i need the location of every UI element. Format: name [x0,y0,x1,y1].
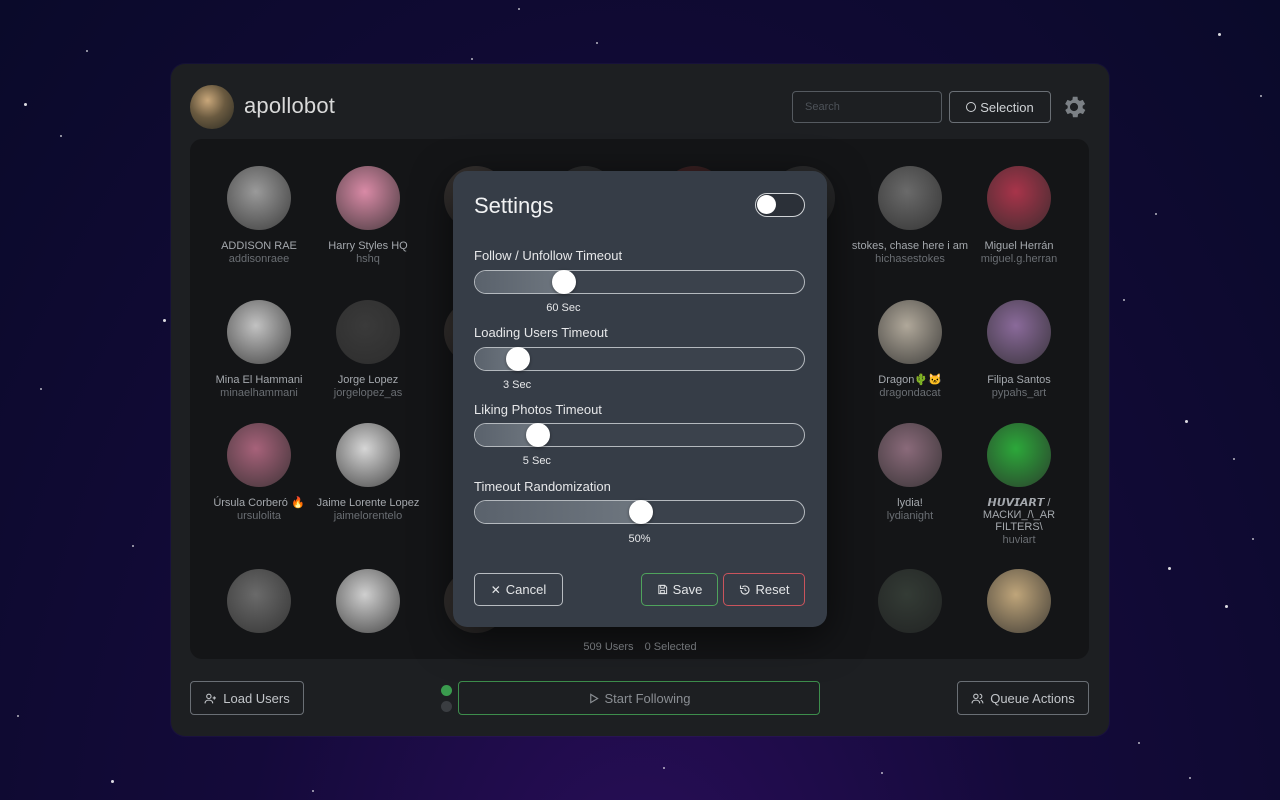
slider-label: Follow / Unfollow Timeout [474,248,623,263]
reset-label: Reset [755,582,790,597]
settings-title: Settings [474,193,554,218]
save-label: Save [672,582,703,597]
loading-timeout-slider[interactable] [474,347,805,371]
slider-label: Loading Users Timeout [474,325,608,340]
slider-value: 50% [628,533,651,545]
settings-modal: Settings Follow / Unfollow Timeout 60 Se… [453,171,827,627]
floppy-disk-icon [658,584,667,595]
cancel-button[interactable]: ✕ Cancel [474,573,563,606]
slider-thumb[interactable] [525,423,550,447]
reset-button[interactable]: Reset [723,573,805,606]
slider-label: Timeout Randomization [474,479,611,494]
slider-label: Liking Photos Timeout [474,402,602,417]
liking-timeout-slider[interactable] [474,423,805,447]
timeout-randomization-slider[interactable] [474,500,805,524]
save-button[interactable]: Save [641,573,718,606]
slider-thumb[interactable] [506,347,531,371]
modal-overlay: Settings Follow / Unfollow Timeout 60 Se… [0,0,1280,800]
slider-value: 3 Sec [502,379,532,391]
slider-fill [475,501,641,523]
follow-timeout-slider[interactable] [474,270,805,294]
cancel-label: Cancel [505,582,547,597]
settings-toggle[interactable] [755,193,805,217]
slider-value: 5 Sec [522,455,551,467]
slider-fill [475,271,565,293]
close-icon: ✕ [490,582,501,597]
slider-thumb[interactable] [628,500,653,524]
toggle-knob [757,195,776,214]
slider-value: 60 Sec [546,302,581,314]
slider-thumb[interactable] [552,270,577,294]
reset-icon [739,585,750,595]
